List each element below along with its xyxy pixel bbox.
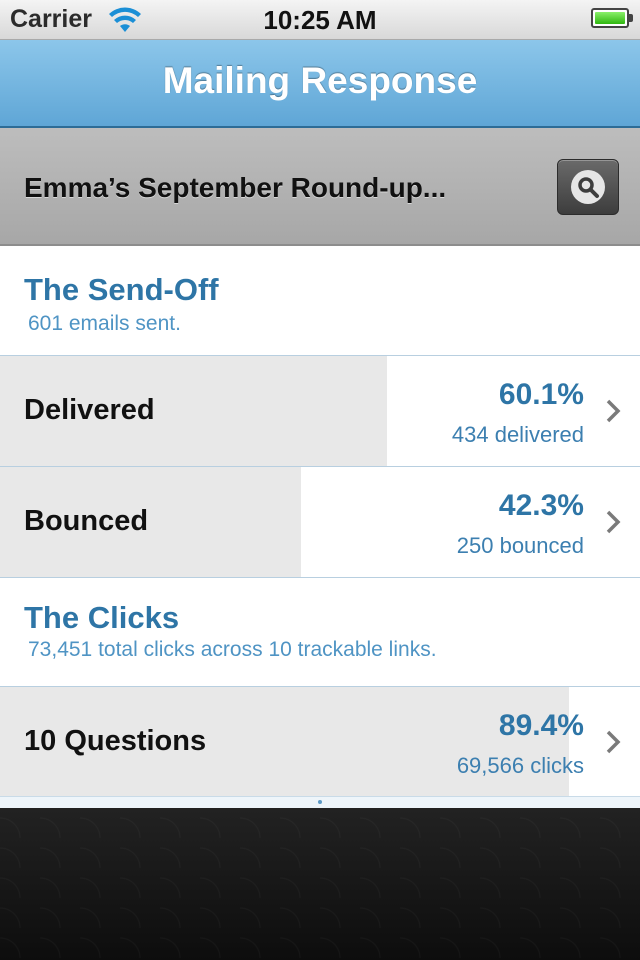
row-label: Bounced — [24, 505, 149, 537]
page-dot — [318, 800, 322, 804]
row-label: Delivered — [24, 394, 155, 426]
section-title: The Send-Off — [24, 272, 219, 307]
section-clicks: The Clicks 73,451 total clicks across 10… — [0, 578, 640, 687]
battery-tip — [629, 14, 633, 22]
chevron-right-icon — [606, 399, 621, 423]
mailing-name: Emma’s September Round-up... — [24, 172, 447, 203]
mailing-header: Emma’s September Round-up... — [0, 128, 640, 246]
chevron-right-icon — [606, 730, 621, 754]
page-indicator — [0, 796, 640, 808]
response-list: The Send-Off 601 emails sent. Delivered … — [0, 246, 640, 806]
row-delivered[interactable]: Delivered 60.1% 434 delivered — [0, 356, 640, 467]
page-title: Mailing Response — [162, 60, 478, 101]
battery-level — [595, 12, 625, 24]
row-percent: 60.1% — [498, 378, 584, 411]
row-percent: 89.4% — [498, 709, 584, 742]
background-pattern — [0, 808, 640, 960]
section-send-off: The Send-Off 601 emails sent. — [0, 246, 640, 356]
chevron-right-icon — [606, 510, 621, 534]
row-percent: 42.3% — [498, 489, 584, 522]
section-subtitle: 73,451 total clicks across 10 trackable … — [28, 638, 437, 661]
row-count: 69,566 clicks — [456, 753, 584, 778]
row-label: 10 Questions — [24, 725, 207, 757]
search-icon — [578, 177, 599, 198]
search-button[interactable] — [557, 159, 619, 215]
section-title: The Clicks — [24, 600, 180, 635]
battery-icon — [591, 8, 629, 28]
status-bar: Carrier 10:25 AM — [0, 0, 640, 40]
row-10-questions[interactable]: 10 Questions 89.4% 69,566 clicks — [0, 687, 640, 797]
section-subtitle: 601 emails sent. — [28, 312, 181, 335]
row-bounced[interactable]: Bounced 42.3% 250 bounced — [0, 467, 640, 578]
clock: 10:25 AM — [263, 5, 377, 35]
row-count: 250 bounced — [456, 533, 584, 558]
row-count: 434 delivered — [451, 422, 584, 447]
navigation-bar: Mailing Response — [0, 40, 640, 128]
